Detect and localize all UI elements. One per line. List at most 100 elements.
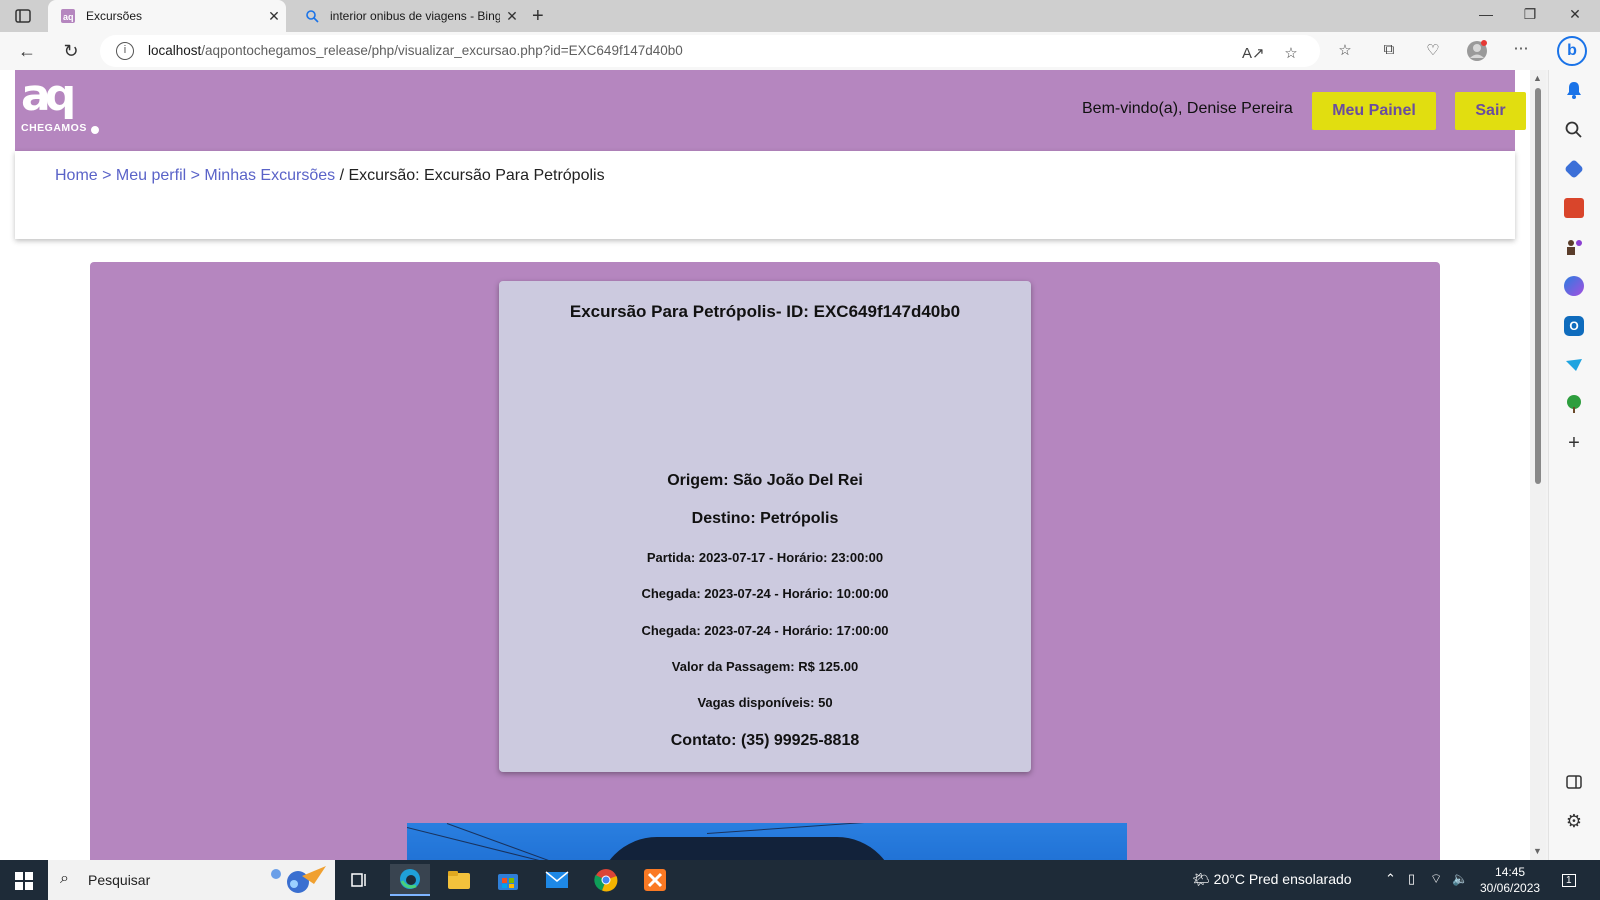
favorites-icon[interactable]: ☆ bbox=[1334, 41, 1356, 59]
restore-icon[interactable]: ❐ bbox=[1520, 6, 1540, 23]
xampp-icon[interactable] bbox=[635, 864, 675, 896]
search-icon[interactable] bbox=[1564, 120, 1584, 140]
image-detail bbox=[597, 837, 897, 860]
notifications-bell-icon[interactable] bbox=[1564, 80, 1584, 100]
sair-button[interactable]: Sair bbox=[1455, 92, 1526, 130]
device-icon[interactable]: ▯ bbox=[1408, 871, 1415, 887]
task-view-icon[interactable] bbox=[340, 864, 380, 896]
read-aloud-icon[interactable]: A↗ bbox=[1242, 44, 1265, 62]
profile-avatar-icon[interactable] bbox=[1466, 40, 1488, 66]
microsoft-store-icon[interactable] bbox=[488, 864, 528, 896]
weather-text: 20°C Pred ensolarado bbox=[1213, 871, 1352, 887]
browser-essentials-icon[interactable]: ♡ bbox=[1422, 41, 1444, 59]
url-path: /aqpontochegamos_release/php/visualizar_… bbox=[201, 43, 683, 58]
search-favicon-icon bbox=[304, 8, 320, 24]
excursion-valor: Valor da Passagem: R$ 125.00 bbox=[671, 659, 859, 674]
windows-taskbar: ⌕ Pesquisar 🌤 20°C Pred ensolarado ⌃ ▯ ⌔… bbox=[0, 860, 1600, 900]
excursion-origem: Origem: São João Del Rei bbox=[667, 472, 863, 489]
notification-count: 1 bbox=[1562, 874, 1576, 887]
file-explorer-icon[interactable] bbox=[439, 864, 479, 896]
tab-bing-search[interactable]: interior onibus de viagens - Bing ✕ bbox=[292, 0, 524, 32]
image-detail bbox=[706, 823, 967, 834]
scroll-down-icon[interactable]: ▼ bbox=[1533, 846, 1542, 856]
meu-painel-button[interactable]: Meu Painel bbox=[1312, 92, 1436, 130]
svg-text:aq: aq bbox=[63, 12, 74, 22]
excursion-chegada: Chegada: 2023-07-24 - Horário: 10:00:00 bbox=[641, 586, 889, 601]
mail-icon[interactable] bbox=[537, 864, 577, 896]
clock-date: 30/06/2023 bbox=[1480, 881, 1541, 895]
site-logo[interactable]: aq CHEGAMOS bbox=[21, 74, 99, 142]
outlook-icon[interactable]: O bbox=[1564, 316, 1584, 336]
tab-title: interior onibus de viagens - Bing bbox=[330, 9, 500, 23]
taskbar-search-placeholder: Pesquisar bbox=[88, 872, 151, 888]
excursion-destino: Destino: Petrópolis bbox=[691, 510, 839, 527]
scroll-up-icon[interactable]: ▲ bbox=[1533, 73, 1542, 83]
close-window-icon[interactable]: ✕ bbox=[1565, 6, 1585, 23]
url-text[interactable]: localhost/aqpontochegamos_release/php/vi… bbox=[148, 43, 683, 58]
taskbar-search-box[interactable]: ⌕ Pesquisar bbox=[48, 860, 335, 900]
excursion-title: Excursão Para Petrópolis- ID: EXC649f147… bbox=[569, 302, 961, 321]
search-highlight-icon bbox=[262, 864, 328, 896]
excursion-chegada: Chegada: 2023-07-24 - Horário: 17:00:00 bbox=[641, 623, 889, 638]
new-tab-icon[interactable]: + bbox=[532, 5, 544, 28]
scrollbar-thumb[interactable] bbox=[1535, 88, 1541, 484]
minimize-icon[interactable]: — bbox=[1476, 6, 1496, 22]
breadcrumb-perfil-link[interactable]: Meu perfil bbox=[116, 167, 186, 184]
office-icon[interactable] bbox=[1564, 276, 1584, 296]
games-icon[interactable] bbox=[1564, 237, 1584, 257]
url-host: localhost bbox=[148, 43, 202, 58]
site-favicon-icon: aq bbox=[60, 8, 76, 24]
sidebar-toggle-icon[interactable] bbox=[1564, 772, 1584, 792]
shopping-tag-icon[interactable] bbox=[1564, 159, 1584, 179]
excursion-vagas: Vagas disponíveis: 50 bbox=[697, 695, 833, 710]
excursion-content: Excursão Para Petrópolis- ID: EXC649f147… bbox=[90, 262, 1440, 860]
tools-briefcase-icon[interactable] bbox=[1564, 198, 1584, 218]
breadcrumb-current: Excursão: Excursão Para Petrópolis bbox=[348, 167, 605, 184]
welcome-message: Bem-vindo(a), Denise Pereira bbox=[1082, 100, 1293, 117]
windows-start-icon[interactable] bbox=[15, 872, 33, 890]
excursion-card: Excursão Para Petrópolis- ID: EXC649f147… bbox=[499, 281, 1031, 772]
site-header: aq CHEGAMOS Bem-vindo(a), Denise Pereira… bbox=[15, 70, 1526, 151]
settings-gear-icon[interactable]: ⚙ bbox=[1564, 811, 1584, 831]
excursion-contato: Contato: (35) 99925-8818 bbox=[670, 732, 860, 749]
logo-wordmark: CHEGAMOS bbox=[21, 122, 87, 134]
edge-sidebar: O + ⚙ bbox=[1548, 70, 1600, 860]
show-hidden-icons-icon[interactable]: ⌃ bbox=[1385, 871, 1396, 887]
excursion-partida: Partida: 2023-07-17 - Horário: 23:00:00 bbox=[646, 550, 884, 565]
add-icon[interactable]: + bbox=[1564, 433, 1584, 454]
tab-title: Excursões bbox=[86, 9, 143, 23]
close-tab-icon[interactable]: ✕ bbox=[500, 8, 524, 25]
browser-toolbar: ← ↻ i localhost/aqpontochegamos_release/… bbox=[0, 32, 1600, 70]
more-options-icon[interactable]: ⋯ bbox=[1510, 39, 1532, 57]
address-bar[interactable]: i localhost/aqpontochegamos_release/php/… bbox=[100, 35, 1320, 67]
tab-actions-icon[interactable] bbox=[14, 7, 32, 25]
system-clock[interactable]: 14:45 30/06/2023 bbox=[1480, 864, 1540, 896]
volume-icon[interactable]: 🔈 bbox=[1452, 871, 1468, 887]
wifi-icon[interactable]: ⌔ bbox=[1430, 871, 1442, 887]
edge-app-icon[interactable] bbox=[390, 864, 430, 896]
breadcrumb-separator: > bbox=[186, 167, 205, 184]
breadcrumb-home-link[interactable]: Home bbox=[55, 167, 98, 184]
weather-widget[interactable]: 🌤 20°C Pred ensolarado bbox=[1192, 871, 1352, 888]
breadcrumb-excursoes-link[interactable]: Minhas Excursões bbox=[204, 167, 335, 184]
logo-dot bbox=[91, 126, 99, 134]
refresh-icon[interactable]: ↻ bbox=[60, 41, 82, 63]
search-icon: ⌕ bbox=[60, 870, 69, 887]
tab-excursoes[interactable]: aq Excursões ✕ bbox=[48, 0, 286, 32]
send-drop-icon[interactable] bbox=[1564, 355, 1584, 375]
chrome-icon[interactable] bbox=[586, 864, 626, 896]
page-scrollbar[interactable]: ▲ ▼ bbox=[1530, 70, 1546, 860]
breadcrumb: Home > Meu perfil > Minhas Excursões / E… bbox=[55, 167, 605, 185]
close-tab-icon[interactable]: ✕ bbox=[262, 8, 286, 25]
bing-copilot-icon[interactable]: b bbox=[1557, 36, 1587, 66]
tree-icon[interactable] bbox=[1564, 394, 1584, 414]
site-info-icon[interactable]: i bbox=[116, 42, 134, 60]
collections-icon[interactable]: ⧉ bbox=[1378, 41, 1400, 58]
weather-sun-icon: 🌤 bbox=[1192, 871, 1210, 887]
back-icon[interactable]: ← bbox=[16, 41, 38, 63]
breadcrumb-container: Home > Meu perfil > Minhas Excursões / E… bbox=[15, 151, 1515, 239]
breadcrumb-separator: > bbox=[97, 167, 116, 184]
notification-center-icon[interactable]: 1 bbox=[1562, 871, 1576, 887]
page-viewport: aq CHEGAMOS Bem-vindo(a), Denise Pereira… bbox=[0, 70, 1530, 860]
favorite-star-icon[interactable]: ☆ bbox=[1280, 44, 1302, 62]
